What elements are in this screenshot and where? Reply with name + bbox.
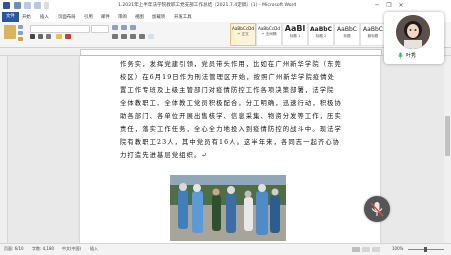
tab-addins[interactable]: 加载项 xyxy=(152,14,165,20)
paste-icon[interactable] xyxy=(4,25,16,39)
style-label: 标题 xyxy=(343,34,351,38)
tab-developer[interactable]: 开发工具 xyxy=(174,14,192,20)
scrollbar-thumb[interactable] xyxy=(445,116,450,156)
font-size-select[interactable] xyxy=(91,25,109,33)
save-icon[interactable] xyxy=(14,2,21,9)
align-right-icon[interactable] xyxy=(130,34,136,39)
minimize-button[interactable]: ─ xyxy=(372,1,382,10)
status-bar: 页面: 6/10 字数: 4,180 中文(中国) 插入 100% xyxy=(0,243,451,255)
document-line: 院有教职工23人，其中党员有16人。这半年来，各同志一起齐心协 xyxy=(120,139,341,146)
document-page[interactable]: 作务实，发挥党建引领，党员带头作用，比如在广州新华学院（东莞 校区）在6月19日… xyxy=(80,56,380,243)
document-line: 校区）在6月19日作为刑法管理区开始，按照广州新华学院疫情处 xyxy=(120,74,336,81)
style-sample: AaBbCcDd xyxy=(257,26,281,31)
style-label: 标题 2 xyxy=(315,34,327,38)
style-heading-1[interactable]: AaBl 标题 1 xyxy=(282,23,308,46)
speaker-name: 叶秀 xyxy=(406,53,417,59)
tab-references[interactable]: 引用 xyxy=(84,14,93,20)
align-center-icon[interactable] xyxy=(121,34,127,39)
style-label: 副标题 xyxy=(367,34,379,38)
style-label: ↵ 无间隔 xyxy=(261,32,277,36)
style-no-spacing[interactable]: AaBbCcDd ↵ 无间隔 xyxy=(256,23,282,46)
tab-mailings[interactable]: 邮件 xyxy=(101,14,110,20)
mic-active-icon xyxy=(397,52,404,59)
word-app-icon xyxy=(3,2,10,9)
page-indicator[interactable]: 页面: 6/10 xyxy=(4,246,24,252)
style-normal[interactable]: AaBbCcDd ↵ 正文 xyxy=(230,23,256,46)
style-sample: AaBl xyxy=(284,24,306,33)
document-line: 全体教职工、全体教工党员积极配合，分工明确，迅速行动，积极协 xyxy=(120,100,342,107)
document-line: 力打造先进基层党组织。↵ xyxy=(120,152,208,159)
document-line: 置工作专班及上级主管部门对疫情防控工作各项决策部署，法学院 xyxy=(120,87,335,94)
window-title: 1.2021年上半年法学院教职工党支部工作总结（2021.7.4定稿）(1) -… xyxy=(118,3,297,8)
style-label: 标题 1 xyxy=(289,34,301,38)
tab-file[interactable]: 文件 xyxy=(2,12,19,22)
tab-insert[interactable]: 插入 xyxy=(40,14,49,20)
document-line: 助各部门、各单位开展出售核学、信息采集、物资分发等工作，压实 xyxy=(120,113,342,120)
quick-access-dropdown-icon[interactable] xyxy=(44,2,49,9)
justify-icon[interactable] xyxy=(139,34,145,39)
italic-icon[interactable] xyxy=(38,34,43,39)
tab-view[interactable]: 视图 xyxy=(135,14,144,20)
style-title[interactable]: AaBbC 标题 xyxy=(334,23,360,46)
document-line: 责任，落实工作任务，全心全力地投入到疫情防控的战斗中。现法学 xyxy=(120,126,342,133)
font-family-select[interactable] xyxy=(30,25,90,33)
zoom-slider-thumb[interactable] xyxy=(424,247,427,252)
ruler-track xyxy=(80,49,382,56)
font-color-icon[interactable] xyxy=(65,34,71,39)
photo-scene-image xyxy=(170,175,286,241)
tab-review[interactable]: 审阅 xyxy=(118,14,127,20)
mute-microphone-button[interactable] xyxy=(364,196,390,222)
insert-mode-indicator[interactable]: 插入 xyxy=(90,246,98,252)
style-sample: AaBbCcDd xyxy=(231,26,255,31)
cut-icon[interactable] xyxy=(18,25,23,29)
vertical-scrollbar[interactable] xyxy=(444,56,451,243)
style-heading-2[interactable]: AaBbC 标题 2 xyxy=(308,23,334,46)
document-line: 作务实，发挥党建引领，党员带头作用，比如在广州新华学院（东莞 xyxy=(120,61,342,68)
restore-button[interactable]: ❐ xyxy=(384,1,394,10)
tab-home[interactable]: 开始 xyxy=(22,14,31,20)
style-subtitle[interactable]: AaBbC 副标题 xyxy=(360,23,386,46)
align-left-icon[interactable] xyxy=(112,34,118,39)
mic-muted-icon xyxy=(370,202,384,217)
video-call-tile[interactable]: 叶秀 xyxy=(384,12,444,64)
tab-page-layout[interactable]: 页面布局 xyxy=(58,14,76,20)
format-painter-icon[interactable] xyxy=(18,37,23,41)
read-mode-icon[interactable] xyxy=(362,247,370,252)
undo-icon[interactable] xyxy=(24,2,31,9)
indent-icon[interactable] xyxy=(130,25,136,30)
underline-icon[interactable] xyxy=(46,34,51,39)
close-button[interactable]: ✕ xyxy=(396,1,406,10)
style-label: ↵ 正文 xyxy=(237,32,249,36)
zoom-level[interactable]: 100% xyxy=(392,246,403,251)
style-sample: AaBbC xyxy=(337,26,357,33)
print-layout-icon[interactable] xyxy=(352,247,360,252)
web-layout-icon[interactable] xyxy=(372,247,380,252)
style-sample: AaBbC xyxy=(310,26,332,33)
vertical-ruler[interactable] xyxy=(0,56,8,243)
language-indicator[interactable]: 中文(中国) xyxy=(62,246,81,252)
word-count[interactable]: 字数: 4,180 xyxy=(32,246,54,252)
highlight-icon[interactable] xyxy=(56,34,62,39)
numbering-icon[interactable] xyxy=(121,25,127,30)
redo-icon[interactable] xyxy=(34,2,41,9)
avatar-image xyxy=(396,15,430,49)
copy-icon[interactable] xyxy=(18,31,23,35)
style-sample: AaBbC xyxy=(363,26,383,33)
embedded-photo[interactable] xyxy=(170,175,286,241)
bullets-icon[interactable] xyxy=(112,25,118,30)
shading-icon[interactable] xyxy=(148,34,154,39)
avatar xyxy=(396,15,430,49)
bold-icon[interactable] xyxy=(30,34,35,39)
